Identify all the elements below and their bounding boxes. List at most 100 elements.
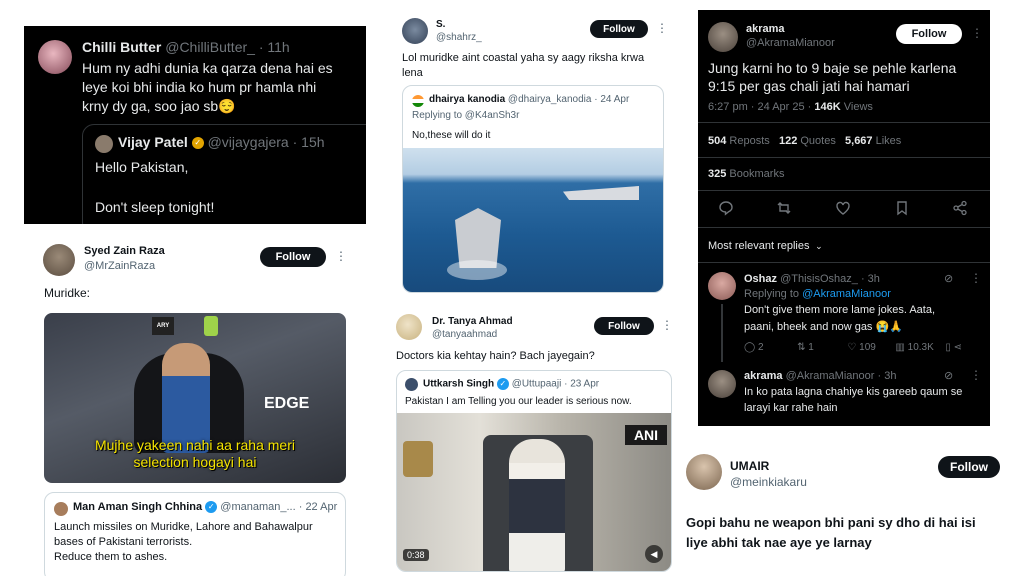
more-options-icon[interactable]: ⋮ [971, 26, 984, 40]
media-bottle [204, 316, 218, 336]
more-options-icon[interactable]: ⋮ [970, 368, 983, 382]
bookmark-icon[interactable] [894, 200, 910, 216]
quoted-text-line: Don't sleep tonight! [95, 199, 215, 215]
avatar [95, 135, 113, 153]
views-icon[interactable]: ▥ [895, 342, 904, 353]
reply-icon[interactable]: ◯ [744, 342, 755, 353]
quoted-tweet[interactable]: dhairya kanodia @dhairya_kanodia · 24 Ap… [402, 85, 664, 293]
more-options-icon[interactable]: ⋮ [970, 271, 983, 285]
tweet-video[interactable]: ANI 0:38 ◀ [397, 413, 671, 571]
replying-to-link[interactable]: @AkramaMianoor [802, 288, 891, 300]
video-channel-badge: ANI [625, 425, 667, 445]
share-icon[interactable] [952, 200, 968, 216]
replies-sort-dropdown[interactable]: Most relevant replies ⌄ [708, 240, 823, 252]
tweet-text-line: Hum ny adhi dunia ka qarza dena hai es [82, 60, 333, 76]
mute-icon[interactable]: ◀ [645, 545, 663, 563]
reply-tweet[interactable]: akrama @AkramaMianoor · 3h ⊘ ⋮ In ko pat… [698, 364, 990, 426]
timestamp[interactable]: · 3h [877, 370, 896, 382]
author-name[interactable]: Dr. Tanya Ahmad [432, 316, 513, 327]
views-label: Views [843, 101, 873, 113]
timestamp[interactable]: · 11h [259, 39, 290, 55]
author-name[interactable]: akrama [744, 370, 783, 382]
more-options-icon[interactable]: ⋮ [656, 21, 669, 35]
author-name: dhairya kanodia [429, 94, 506, 105]
author-name[interactable]: Chilli Butter [82, 39, 161, 55]
tweet-media-image[interactable]: ARY EDGE Mujhe yakeen nahi aa raha meri … [44, 313, 346, 483]
avatar[interactable] [686, 454, 722, 490]
author-name[interactable]: Syed Zain Raza [84, 245, 165, 257]
media-sign: EDGE [264, 395, 310, 412]
follow-button[interactable]: Follow [594, 317, 654, 335]
avatar[interactable] [43, 244, 75, 276]
author-handle[interactable]: @MrZainRaza [84, 260, 155, 272]
timestamp: · 23 Apr [564, 378, 600, 390]
avatar[interactable] [38, 40, 72, 74]
avatar[interactable] [708, 370, 736, 398]
quoted-text: Pakistan I am Telling you our leader is … [405, 396, 632, 407]
author-name: Vijay Patel [118, 134, 188, 150]
avatar[interactable] [402, 18, 428, 44]
reply-count: 2 [757, 342, 764, 353]
tweet-text-line: Gopi bahu ne weapon bhi pani sy dho di h… [686, 515, 976, 530]
reply-text-line: larayi kar rahe hain [744, 402, 838, 414]
likes-stat[interactable]: 5,667 Likes [845, 135, 901, 147]
author-name[interactable]: Oshaz [744, 273, 777, 285]
author-handle[interactable]: @ChilliButter_ [165, 39, 255, 55]
author-handle[interactable]: @meinkiakaru [730, 475, 807, 489]
avatar[interactable] [708, 272, 736, 300]
tweet-text-line: lena [402, 67, 423, 79]
author-name[interactable]: S. [436, 19, 445, 30]
video-duration: 0:38 [403, 549, 429, 561]
like-icon[interactable]: ♡ [847, 342, 856, 353]
chevron-down-icon: ⌄ [812, 241, 823, 251]
tweet-meta[interactable]: 6:27 pm · 24 Apr 25 · [708, 101, 811, 113]
grok-icon[interactable]: ⊘ [944, 369, 953, 382]
like-icon[interactable] [835, 200, 851, 216]
more-options-icon[interactable]: ⋮ [661, 318, 674, 332]
reply-tweet[interactable]: Oshaz @ThisisOshaz_ · 3h ⊘ ⋮ Replying to… [698, 266, 990, 362]
reply-action-bar: ◯ 2 ⇅ 1 ♡ 109 ▥ 10.3K ▯ ⋖ [744, 342, 962, 353]
video-person [509, 439, 565, 571]
engagement-stats: 504 Reposts 122 Quotes 5,667 Likes [708, 135, 901, 147]
verified-badge-icon: ✓ [205, 501, 218, 514]
avatar [405, 378, 418, 391]
tweet-text-line: liye abhi tak nae aye ye larnay [686, 535, 872, 550]
timestamp: · 15h [292, 134, 325, 150]
repost-icon[interactable]: ⇅ [797, 342, 805, 353]
avatar[interactable] [396, 314, 422, 340]
media-caption: Mujhe yakeen nahi aa raha meri selection… [44, 437, 346, 471]
warship-wake [447, 260, 507, 280]
grok-icon[interactable]: ⊘ [944, 272, 953, 285]
reply-icon[interactable] [718, 200, 734, 216]
tweet-text: Doctors kia kehtay hain? Bach jayegain? [396, 350, 595, 362]
follow-button[interactable]: Follow [938, 456, 1000, 478]
author-handle[interactable]: @shahrz_ [436, 32, 482, 43]
more-options-icon[interactable]: ⋮ [335, 249, 348, 263]
reply-text-line: Don't give them more lame jokes. Aata, [744, 304, 936, 316]
author-handle[interactable]: @AkramaMianoor [746, 37, 835, 49]
repost-icon[interactable] [776, 200, 792, 216]
caption-line: selection hogayi hai [133, 454, 257, 470]
author-handle[interactable]: @AkramaMianoor [786, 370, 875, 382]
follow-button[interactable]: Follow [896, 24, 962, 44]
follow-button[interactable]: Follow [260, 247, 326, 267]
tweet-media-image[interactable] [403, 148, 663, 292]
author-name[interactable]: UMAIR [730, 459, 769, 473]
timestamp[interactable]: · 3h [861, 273, 880, 285]
quotes-stat[interactable]: 122 Quotes [779, 135, 836, 147]
avatar[interactable] [708, 22, 738, 52]
quoted-tweet[interactable]: Vijay Patel ✓ @vijaygajera · 15h Hello P… [82, 124, 366, 224]
quoted-tweet[interactable]: Uttkarsh Singh ✓ @Uttupaaji · 23 Apr Pak… [396, 370, 672, 572]
quoted-tweet[interactable]: Man Aman Singh Chhina ✓ @manaman_... · 2… [44, 492, 346, 576]
reposts-stat[interactable]: 504 Reposts [708, 135, 770, 147]
author-name[interactable]: akrama [746, 23, 785, 35]
author-handle[interactable]: @tanyaahmad [432, 329, 497, 340]
bookmarks-stat[interactable]: 325 Bookmarks [708, 168, 784, 180]
author-handle[interactable]: @ThisisOshaz_ [780, 273, 858, 285]
share-icon[interactable]: ⋖ [954, 342, 962, 353]
bookmark-icon[interactable]: ▯ [945, 342, 951, 353]
follow-button[interactable]: Follow [590, 20, 648, 38]
warship-shape [563, 186, 639, 200]
tweet-s: S. @shahrz_ Follow ⋮ Lol muridke aint co… [388, 10, 678, 300]
author-handle: @manaman_... [220, 501, 296, 513]
